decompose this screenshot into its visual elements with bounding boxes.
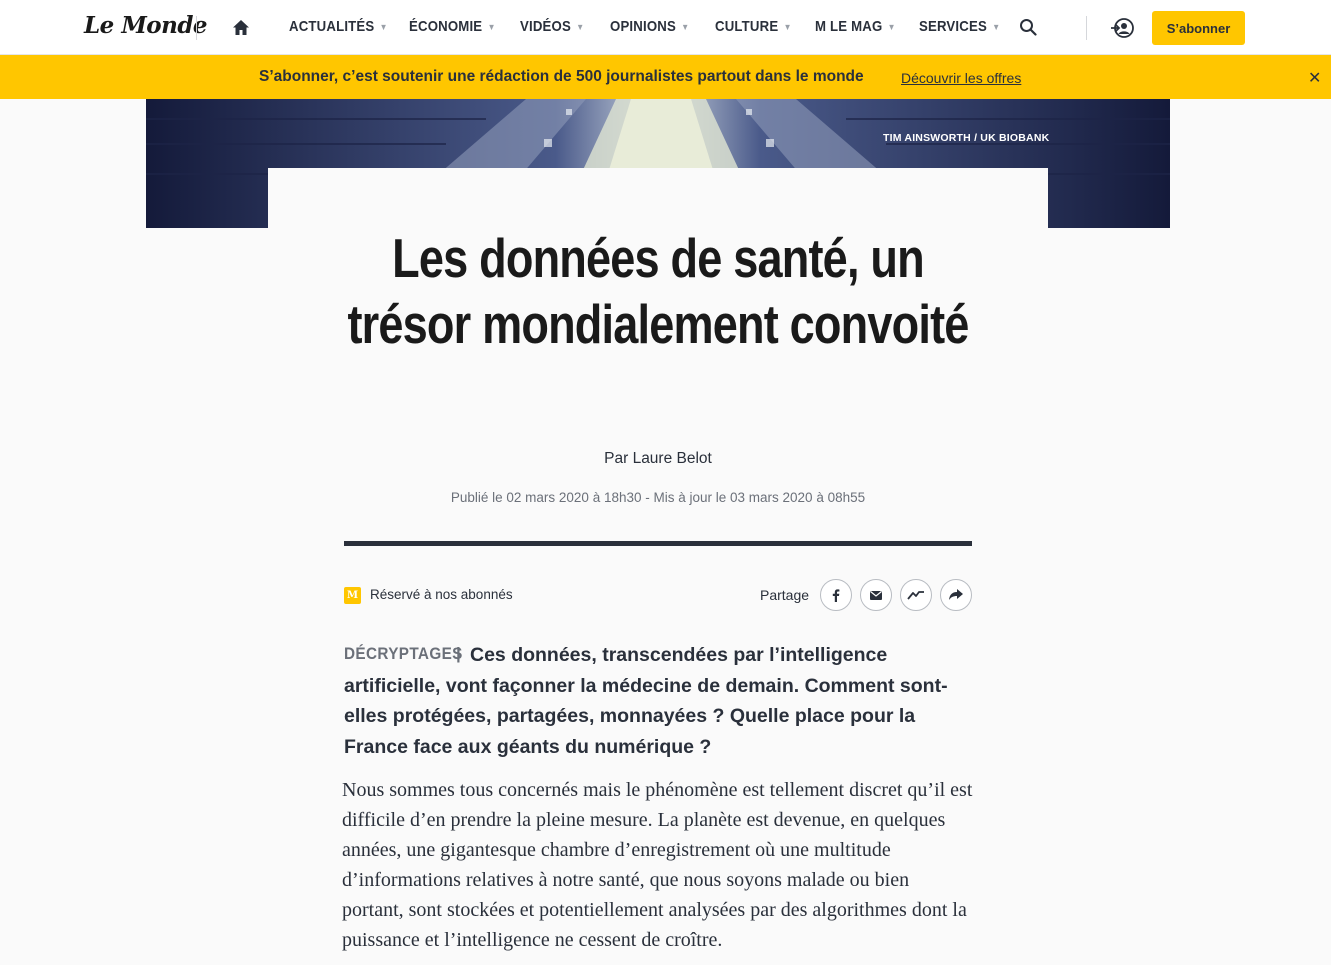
kicker-separator: | bbox=[456, 644, 461, 663]
share-more-button[interactable] bbox=[940, 579, 972, 611]
share-arrow-icon bbox=[949, 589, 963, 600]
nav-item-services[interactable]: SERVICES ▼ bbox=[919, 18, 1000, 35]
photo-credit: TIM AINSWORTH / UK BIOBANK bbox=[883, 132, 1050, 144]
chevron-down-icon: ▼ bbox=[487, 22, 496, 33]
nav-item-videos[interactable]: VIDÉOS ▼ bbox=[520, 18, 584, 35]
facebook-icon bbox=[832, 589, 840, 602]
share-label: Partage bbox=[760, 587, 810, 603]
nav-item-label: ÉCONOMIE bbox=[409, 18, 483, 35]
le-monde-logo[interactable]: Le Monde bbox=[84, 12, 208, 39]
share-messenger-button[interactable] bbox=[900, 579, 932, 611]
discover-offers-link[interactable]: Découvrir les offres bbox=[901, 70, 1021, 86]
subscribe-button[interactable]: S’abonner bbox=[1152, 11, 1245, 45]
chevron-down-icon: ▼ bbox=[681, 22, 690, 33]
mail-icon bbox=[870, 591, 882, 600]
nav-item-opinions[interactable]: OPINIONS ▼ bbox=[610, 18, 689, 35]
nav-item-label: VIDÉOS bbox=[520, 18, 571, 35]
account-icon[interactable] bbox=[1110, 16, 1134, 40]
divider bbox=[196, 16, 197, 40]
divider bbox=[344, 541, 972, 546]
close-icon[interactable]: ✕ bbox=[1308, 68, 1321, 88]
search-icon[interactable] bbox=[1019, 18, 1037, 36]
messenger-icon bbox=[907, 591, 924, 600]
share-email-button[interactable] bbox=[860, 579, 892, 611]
article-dates: Publié le 02 mars 2020 à 18h30 - Mis à j… bbox=[450, 490, 866, 505]
nav-item-label: CULTURE bbox=[715, 18, 779, 35]
chevron-down-icon: ▼ bbox=[576, 22, 585, 33]
article-body-paragraph: Nous sommes tous concernés mais le phéno… bbox=[342, 779, 973, 951]
home-icon[interactable] bbox=[232, 19, 250, 36]
divider bbox=[1086, 16, 1087, 40]
nav-item-culture[interactable]: CULTURE ▼ bbox=[715, 18, 792, 35]
chevron-down-icon: ▼ bbox=[379, 22, 388, 33]
article-author[interactable]: Par Laure Belot bbox=[268, 450, 1048, 468]
nav-item-label: ACTUALITÉS bbox=[289, 18, 375, 35]
nav-item-m-le-mag[interactable]: M LE MAG ▼ bbox=[815, 18, 896, 35]
article-title: Les données de santé, un trésor mondiale… bbox=[347, 227, 969, 355]
nav-item-economie[interactable]: ÉCONOMIE ▼ bbox=[409, 18, 496, 35]
reserved-label: Réservé à nos abonnés bbox=[370, 587, 513, 602]
nav-item-label: M LE MAG bbox=[815, 18, 883, 35]
top-navigation: Le Monde ACTUALITÉS ▼ ÉCONOMIE ▼ VIDÉOS ▼ O… bbox=[0, 0, 1331, 55]
chevron-down-icon: ▼ bbox=[992, 22, 1001, 33]
subscription-banner: S’abonner, c’est soutenir une rédaction … bbox=[0, 55, 1331, 99]
nav-item-actualites[interactable]: ACTUALITÉS ▼ bbox=[289, 18, 388, 35]
share-facebook-button[interactable] bbox=[820, 579, 852, 611]
chevron-down-icon: ▼ bbox=[887, 22, 896, 33]
subscriber-badge-icon: M bbox=[344, 587, 361, 604]
article-kicker[interactable]: DÉCRYPTAGES bbox=[344, 644, 463, 664]
chevron-down-icon: ▼ bbox=[783, 22, 792, 33]
nav-item-label: OPINIONS bbox=[610, 18, 676, 35]
nav-item-label: SERVICES bbox=[919, 18, 987, 35]
banner-text: S’abonner, c’est soutenir une rédaction … bbox=[259, 68, 864, 85]
